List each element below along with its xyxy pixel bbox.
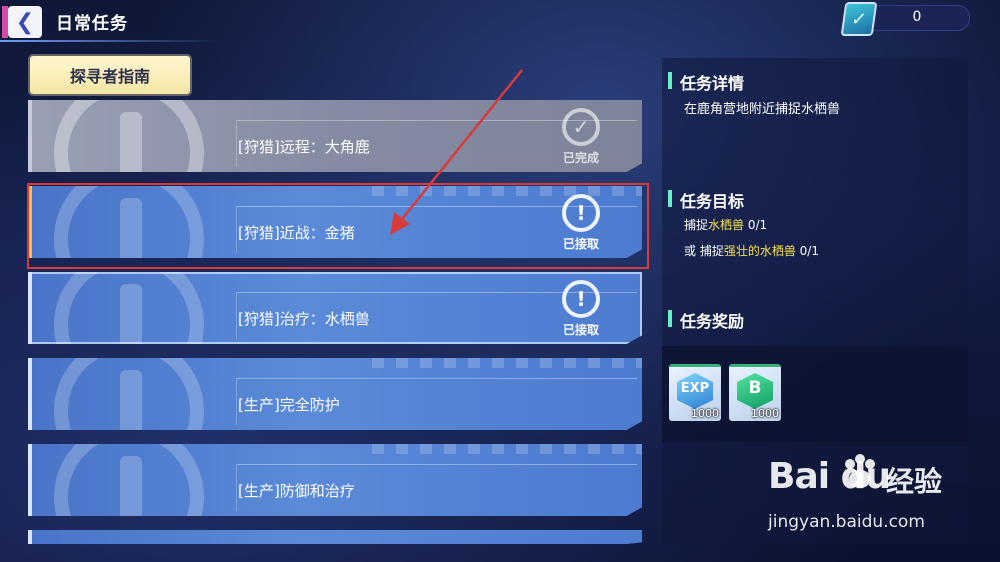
goal-line: 或 捕捉强壮的水栖兽 0/1	[684, 242, 819, 259]
rewards-title: 任务奖励	[667, 308, 744, 332]
card-stripe	[28, 358, 32, 430]
card-pattern	[372, 358, 642, 368]
quest-card[interactable]: [狩猎]治疗：水栖兽 ! 已接取	[28, 272, 642, 344]
counter-value: 0	[912, 9, 922, 25]
quest-name: [生产]完全防护	[238, 396, 340, 414]
card-stripe	[28, 530, 32, 544]
card-stripe	[28, 100, 32, 172]
quest-name: [狩猎]治疗：水栖兽	[238, 310, 370, 328]
details-text: 在鹿角营地附近捕捉水栖兽	[684, 102, 841, 117]
top-bar: ❮ 日常任务 ✓ 0	[0, 0, 1000, 44]
goal-target: 强壮的水栖兽	[723, 244, 796, 258]
title-underline	[0, 40, 220, 42]
reward-item[interactable]: EXP 1000	[669, 364, 721, 421]
reward-qty: 1000	[751, 407, 779, 420]
quest-name: [狩猎]远程：大角鹿	[238, 138, 370, 156]
quest-name: [生产]防御和治疗	[238, 482, 355, 500]
exclamation-circle-icon: !	[562, 280, 600, 318]
goal-prefix: 或 捕捉	[684, 244, 724, 258]
watermark-cn: 经验	[886, 465, 943, 498]
details-title: 任务详情	[667, 70, 744, 94]
quest-card-partial[interactable]	[28, 530, 642, 544]
tools-emblem-icon	[54, 444, 204, 516]
watermark-url: jingyan.baidu.com	[768, 512, 925, 532]
category-tab[interactable]: 探寻者指南	[30, 56, 190, 94]
quest-card[interactable]: [狩猎]远程：大角鹿 ✓ 已完成	[28, 100, 642, 172]
goals-title: 任务目标	[667, 188, 744, 212]
quest-card[interactable]: [生产]防御和治疗	[28, 444, 642, 516]
reward-qty: 1000	[691, 407, 719, 420]
card-stripe	[28, 444, 32, 516]
deer-emblem-icon	[54, 272, 204, 344]
check-circle-icon: ✓	[562, 108, 600, 146]
annotation-arrow-icon	[390, 69, 523, 235]
tools-emblem-icon	[54, 358, 204, 430]
quest-status-label: 已完成	[562, 151, 599, 165]
card-stripe	[28, 272, 32, 344]
chevron-left-icon: ❮	[15, 9, 35, 35]
goal-progress: 0/1	[795, 244, 819, 258]
goal-progress: 0/1	[744, 218, 768, 232]
quest-status: ! 已接取	[552, 280, 610, 338]
goal-target: 水栖兽	[708, 218, 745, 232]
paw-icon	[845, 454, 875, 488]
task-counter[interactable]: ✓ 0	[840, 2, 970, 36]
goal-prefix: 捕捉	[684, 218, 709, 232]
reward-item[interactable]: B 1000	[729, 364, 781, 421]
back-button[interactable]: ❮	[2, 6, 42, 38]
watermark: Bai du 经验 jingyan.baidu.com	[768, 454, 988, 546]
quest-status-label: 已接取	[562, 323, 599, 337]
page-title: 日常任务	[56, 14, 128, 34]
goal-line: 捕捉水栖兽 0/1	[684, 216, 767, 233]
quest-status: ✓ 已完成	[552, 108, 610, 166]
card-pattern	[372, 444, 642, 454]
deer-emblem-icon	[54, 100, 204, 172]
quest-card[interactable]: [生产]完全防护	[28, 358, 642, 430]
annotation-highlight-box	[27, 183, 649, 269]
reward-letter: B	[748, 378, 762, 398]
reward-letter: EXP	[680, 381, 710, 396]
back-button-accent	[2, 6, 8, 38]
